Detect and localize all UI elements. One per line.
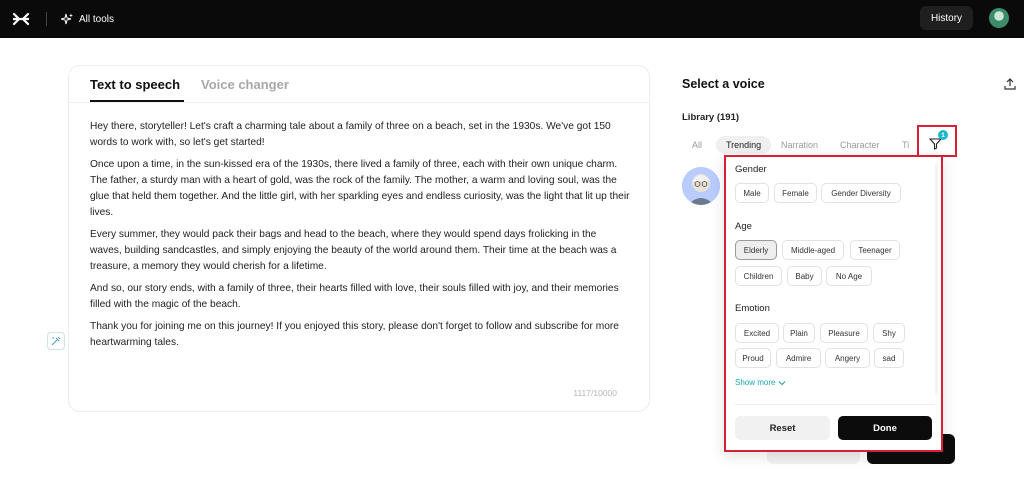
- voice-tab-narration[interactable]: Narration: [781, 136, 818, 154]
- paragraph: Every summer, they would pack their bags…: [90, 229, 617, 272]
- chip-pleasure[interactable]: Pleasure: [820, 323, 868, 343]
- user-avatar[interactable]: [989, 8, 1009, 28]
- chip-admire[interactable]: Admire: [776, 348, 821, 368]
- voice-tab-character[interactable]: Character: [840, 136, 880, 154]
- ai-rewrite-icon[interactable]: [47, 332, 65, 350]
- chip-baby[interactable]: Baby: [787, 266, 822, 286]
- chip-no-age[interactable]: No Age: [826, 266, 872, 286]
- filter-count-badge: 1: [938, 130, 948, 140]
- chip-elderly[interactable]: Elderly: [735, 240, 777, 260]
- editor-tabs: Text to speech Voice changer: [69, 66, 649, 103]
- active-tab-indicator: [90, 100, 184, 102]
- voice-avatar[interactable]: [682, 167, 720, 205]
- chip-middle-aged[interactable]: Middle-aged: [782, 240, 844, 260]
- history-button[interactable]: History: [920, 6, 973, 30]
- reset-button[interactable]: Reset: [735, 416, 830, 440]
- voice-tab-all[interactable]: All: [692, 136, 702, 154]
- done-button[interactable]: Done: [838, 416, 932, 440]
- text-editor-card: Text to speech Voice changer Hey there, …: [68, 65, 650, 412]
- select-voice-title: Select a voice: [682, 77, 765, 91]
- paragraph: Thank you for joining me on this journey…: [90, 321, 619, 348]
- all-tools-label: All tools: [79, 13, 115, 25]
- gender-section-title: Gender: [735, 164, 767, 175]
- tab-voice-changer[interactable]: Voice changer: [201, 77, 289, 92]
- paragraph: And so, our story ends, with a family of…: [90, 283, 619, 310]
- voice-filter-popover: Gender Male Female Gender Diversity Age …: [724, 155, 943, 452]
- age-section-title: Age: [735, 221, 752, 232]
- chip-shy[interactable]: Shy: [873, 323, 905, 343]
- divider: [735, 404, 935, 405]
- top-bar: All tools History: [0, 0, 1024, 38]
- chip-excited[interactable]: Excited: [735, 323, 779, 343]
- divider: [46, 12, 47, 26]
- filter-options[interactable]: Gender Male Female Gender Diversity Age …: [726, 157, 941, 402]
- chip-sad[interactable]: sad: [874, 348, 904, 368]
- upload-icon[interactable]: [1002, 76, 1018, 92]
- chip-plain[interactable]: Plain: [783, 323, 815, 343]
- show-more-label: Show more: [735, 378, 776, 387]
- scrollbar[interactable]: [935, 163, 938, 395]
- show-more-link[interactable]: Show more: [735, 378, 786, 387]
- capcut-logo-icon[interactable]: [12, 11, 30, 27]
- tab-text-to-speech[interactable]: Text to speech: [90, 77, 180, 92]
- chip-male[interactable]: Male: [735, 183, 769, 203]
- sparkle-icon: [61, 13, 73, 25]
- chip-gender-diversity[interactable]: Gender Diversity: [821, 183, 901, 203]
- chip-teenager[interactable]: Teenager: [850, 240, 900, 260]
- all-tools-button[interactable]: All tools: [61, 11, 114, 27]
- chip-angery[interactable]: Angery: [825, 348, 870, 368]
- emotion-section-title: Emotion: [735, 303, 770, 314]
- chip-children[interactable]: Children: [735, 266, 782, 286]
- chip-proud[interactable]: Proud: [735, 348, 771, 368]
- script-textarea[interactable]: Hey there, storyteller! Let's craft a ch…: [90, 119, 630, 357]
- paragraph: Once upon a time, in the sun-kissed era …: [90, 159, 630, 218]
- library-count: Library (191): [682, 112, 740, 123]
- paragraph: Hey there, storyteller! Let's craft a ch…: [90, 121, 611, 148]
- voice-tab-trending[interactable]: Trending: [716, 136, 772, 154]
- chip-female[interactable]: Female: [774, 183, 817, 203]
- chevron-down-icon: [779, 380, 786, 385]
- character-count: 1117/10000: [573, 388, 617, 398]
- voice-tab-truncated[interactable]: Ti: [902, 136, 909, 154]
